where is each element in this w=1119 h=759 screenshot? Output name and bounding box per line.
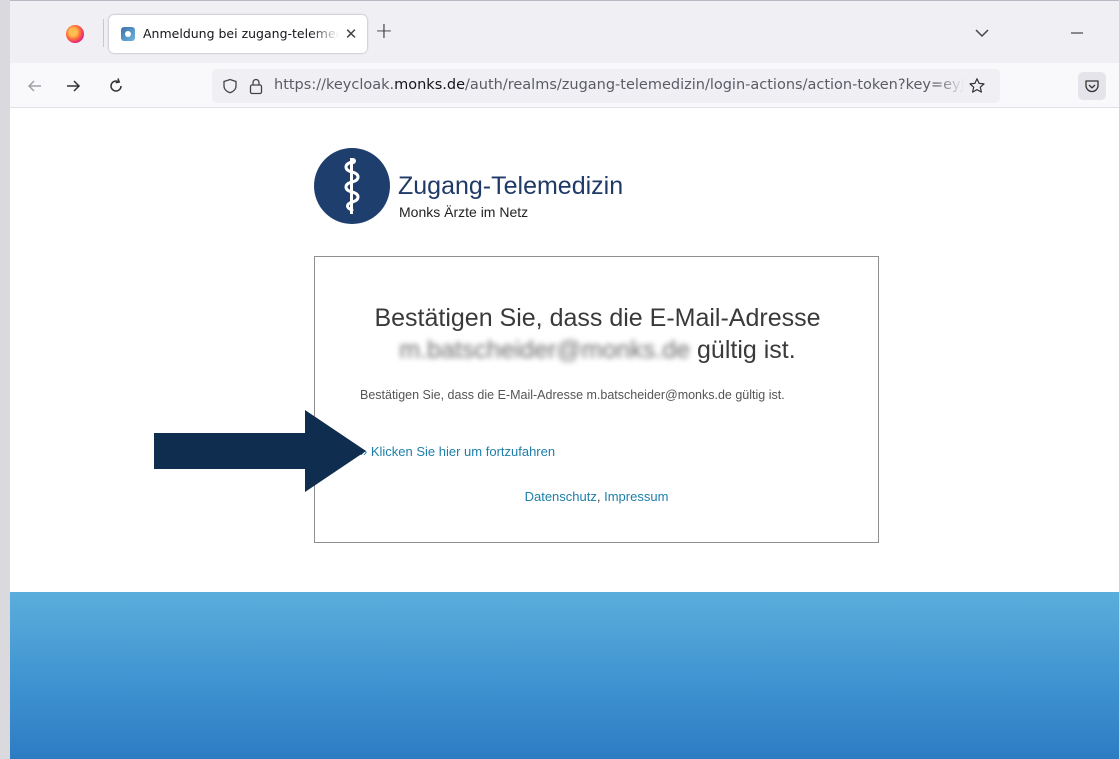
- tab-bar: Anmeldung bei zugang-telemedizin ✕ +: [10, 0, 1119, 63]
- link-separator: ,: [596, 489, 601, 504]
- url-prefix: https://keycloak.: [274, 77, 395, 93]
- logo-title: Zugang-Telemedizin: [398, 172, 624, 200]
- pointer-arrow-annotation: [154, 410, 366, 492]
- confirmation-message: Bestätigen Sie, dass die E-Mail-Adresse …: [360, 388, 785, 402]
- minimize-icon[interactable]: [1066, 23, 1088, 43]
- brand-logo: Zugang-Telemedizin Monks Ärzte im Netz: [314, 148, 674, 228]
- reload-button[interactable]: [103, 73, 129, 99]
- firefox-icon[interactable]: [66, 25, 84, 43]
- continue-link[interactable]: » Klicken Sie hier um fortzufahren: [360, 444, 555, 459]
- tab-separator: [103, 19, 104, 47]
- imprint-link[interactable]: Impressum: [604, 489, 668, 504]
- heading-suffix: gültig ist.: [697, 336, 796, 364]
- tracking-shield-icon[interactable]: [222, 78, 238, 94]
- footer-links: Datenschutz, Impressum: [315, 489, 878, 504]
- url-text[interactable]: https://keycloak.monks.de/auth/realms/zu…: [274, 77, 964, 93]
- page-title: Bestätigen Sie, dass die E-Mail-Adresse …: [325, 302, 870, 366]
- site-favicon-icon: [121, 27, 135, 41]
- back-button[interactable]: [22, 73, 48, 99]
- pocket-button[interactable]: [1078, 72, 1106, 100]
- forward-arrow-icon: [67, 80, 81, 92]
- new-tab-button[interactable]: +: [372, 21, 396, 45]
- tab-active[interactable]: Anmeldung bei zugang-telemedizin ✕: [109, 15, 367, 53]
- forward-button[interactable]: [60, 73, 86, 99]
- lock-icon[interactable]: [248, 77, 264, 95]
- browser-chrome: Anmeldung bei zugang-telemedizin ✕ +: [10, 0, 1119, 108]
- page-content: Zugang-Telemedizin Monks Ärzte im Netz B…: [10, 108, 1119, 759]
- tab-close-button[interactable]: ✕: [341, 24, 361, 44]
- address-bar[interactable]: https://keycloak.monks.de/auth/realms/zu…: [212, 69, 1000, 103]
- chevron-down-icon[interactable]: [972, 23, 992, 43]
- logo-subtitle: Monks Ärzte im Netz: [399, 204, 529, 220]
- navigation-bar: https://keycloak.monks.de/auth/realms/zu…: [10, 63, 1119, 108]
- url-path: /auth/realms/zugang-telemedizin/login-ac…: [465, 77, 964, 93]
- confirmation-card: Bestätigen Sie, dass die E-Mail-Adresse …: [314, 256, 879, 543]
- aesculapian-staff-icon: [344, 158, 360, 214]
- bookmark-star-icon[interactable]: [968, 77, 986, 95]
- reload-icon: [110, 78, 122, 92]
- back-arrow-icon: [27, 80, 41, 92]
- desktop-edge: [0, 0, 10, 759]
- blurred-email: m.batscheider@monks.de: [399, 336, 691, 364]
- logo-emblem: [314, 148, 390, 224]
- privacy-link[interactable]: Datenschutz: [525, 489, 597, 504]
- pocket-icon: [1085, 80, 1099, 93]
- tab-title: Anmeldung bei zugang-telemedizin: [143, 26, 339, 41]
- footer-banner: [10, 592, 1119, 759]
- url-domain: monks.de: [394, 77, 465, 93]
- heading-line1: Bestätigen Sie, dass die E-Mail-Adresse: [374, 304, 821, 332]
